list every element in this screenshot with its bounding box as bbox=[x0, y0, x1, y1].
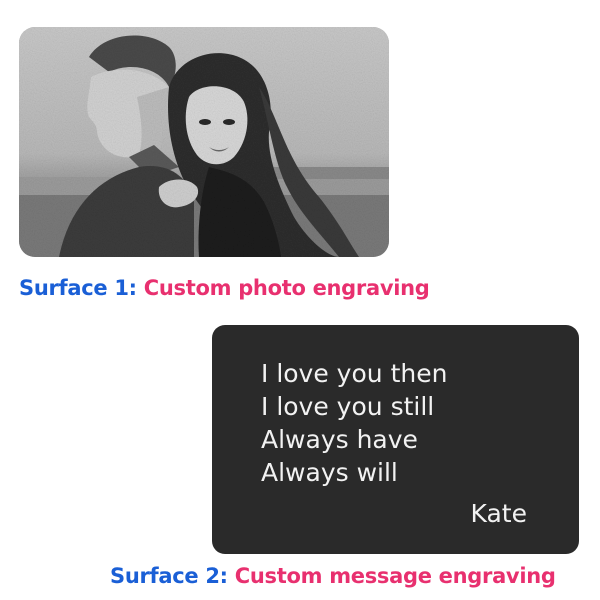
surface-1-label: Surface 1: bbox=[19, 276, 137, 300]
message-line: Always have bbox=[261, 425, 418, 454]
message-line: I love you then bbox=[261, 359, 448, 388]
message-line: I love you still bbox=[261, 392, 435, 421]
photo-engraving-card bbox=[19, 27, 389, 257]
surface-1-description: Custom photo engraving bbox=[143, 276, 430, 300]
surface-2-caption: Surface 2: Custom message engraving bbox=[110, 566, 556, 587]
surface-2-label: Surface 2: bbox=[110, 564, 228, 588]
message-signature: Kate bbox=[470, 499, 527, 528]
surface-1-caption: Surface 1: Custom photo engraving bbox=[19, 278, 430, 299]
message-line: Always will bbox=[261, 458, 398, 487]
message-engraving-card: I love you then I love you still Always … bbox=[212, 325, 579, 554]
engraved-message: I love you then I love you still Always … bbox=[261, 357, 447, 489]
surface-2-description: Custom message engraving bbox=[234, 564, 556, 588]
engraved-couple-photo bbox=[19, 27, 389, 257]
